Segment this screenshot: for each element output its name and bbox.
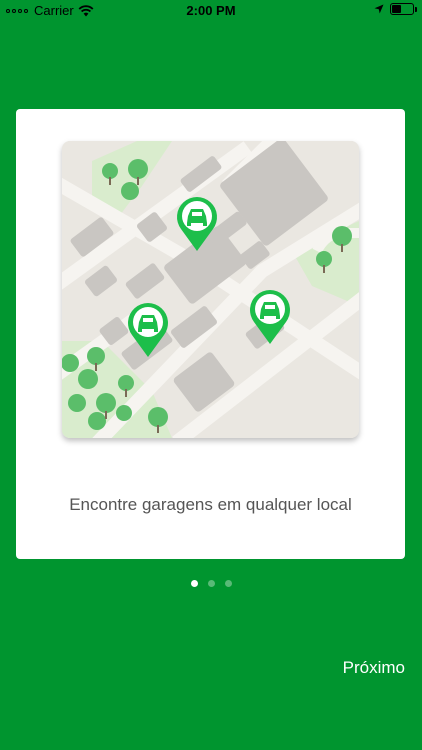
onboarding-card: Encontre garagens em qualquer local xyxy=(16,109,405,559)
page-dot[interactable] xyxy=(207,580,215,587)
location-arrow-icon xyxy=(374,4,384,14)
battery-icon xyxy=(390,3,417,15)
onboarding-caption: Encontre garagens em qualquer local xyxy=(69,495,352,514)
next-button[interactable]: Próximo xyxy=(343,658,405,678)
page-dot[interactable] xyxy=(224,580,232,587)
status-time: 2:00 PM xyxy=(186,3,236,18)
map-illustration xyxy=(62,141,359,438)
status-bar: Carrier 2:00 PM xyxy=(0,0,422,22)
status-bar-right xyxy=(374,3,417,15)
page-indicator[interactable] xyxy=(0,580,422,587)
page-dot[interactable] xyxy=(190,580,198,587)
city-map-illustration xyxy=(62,141,359,438)
